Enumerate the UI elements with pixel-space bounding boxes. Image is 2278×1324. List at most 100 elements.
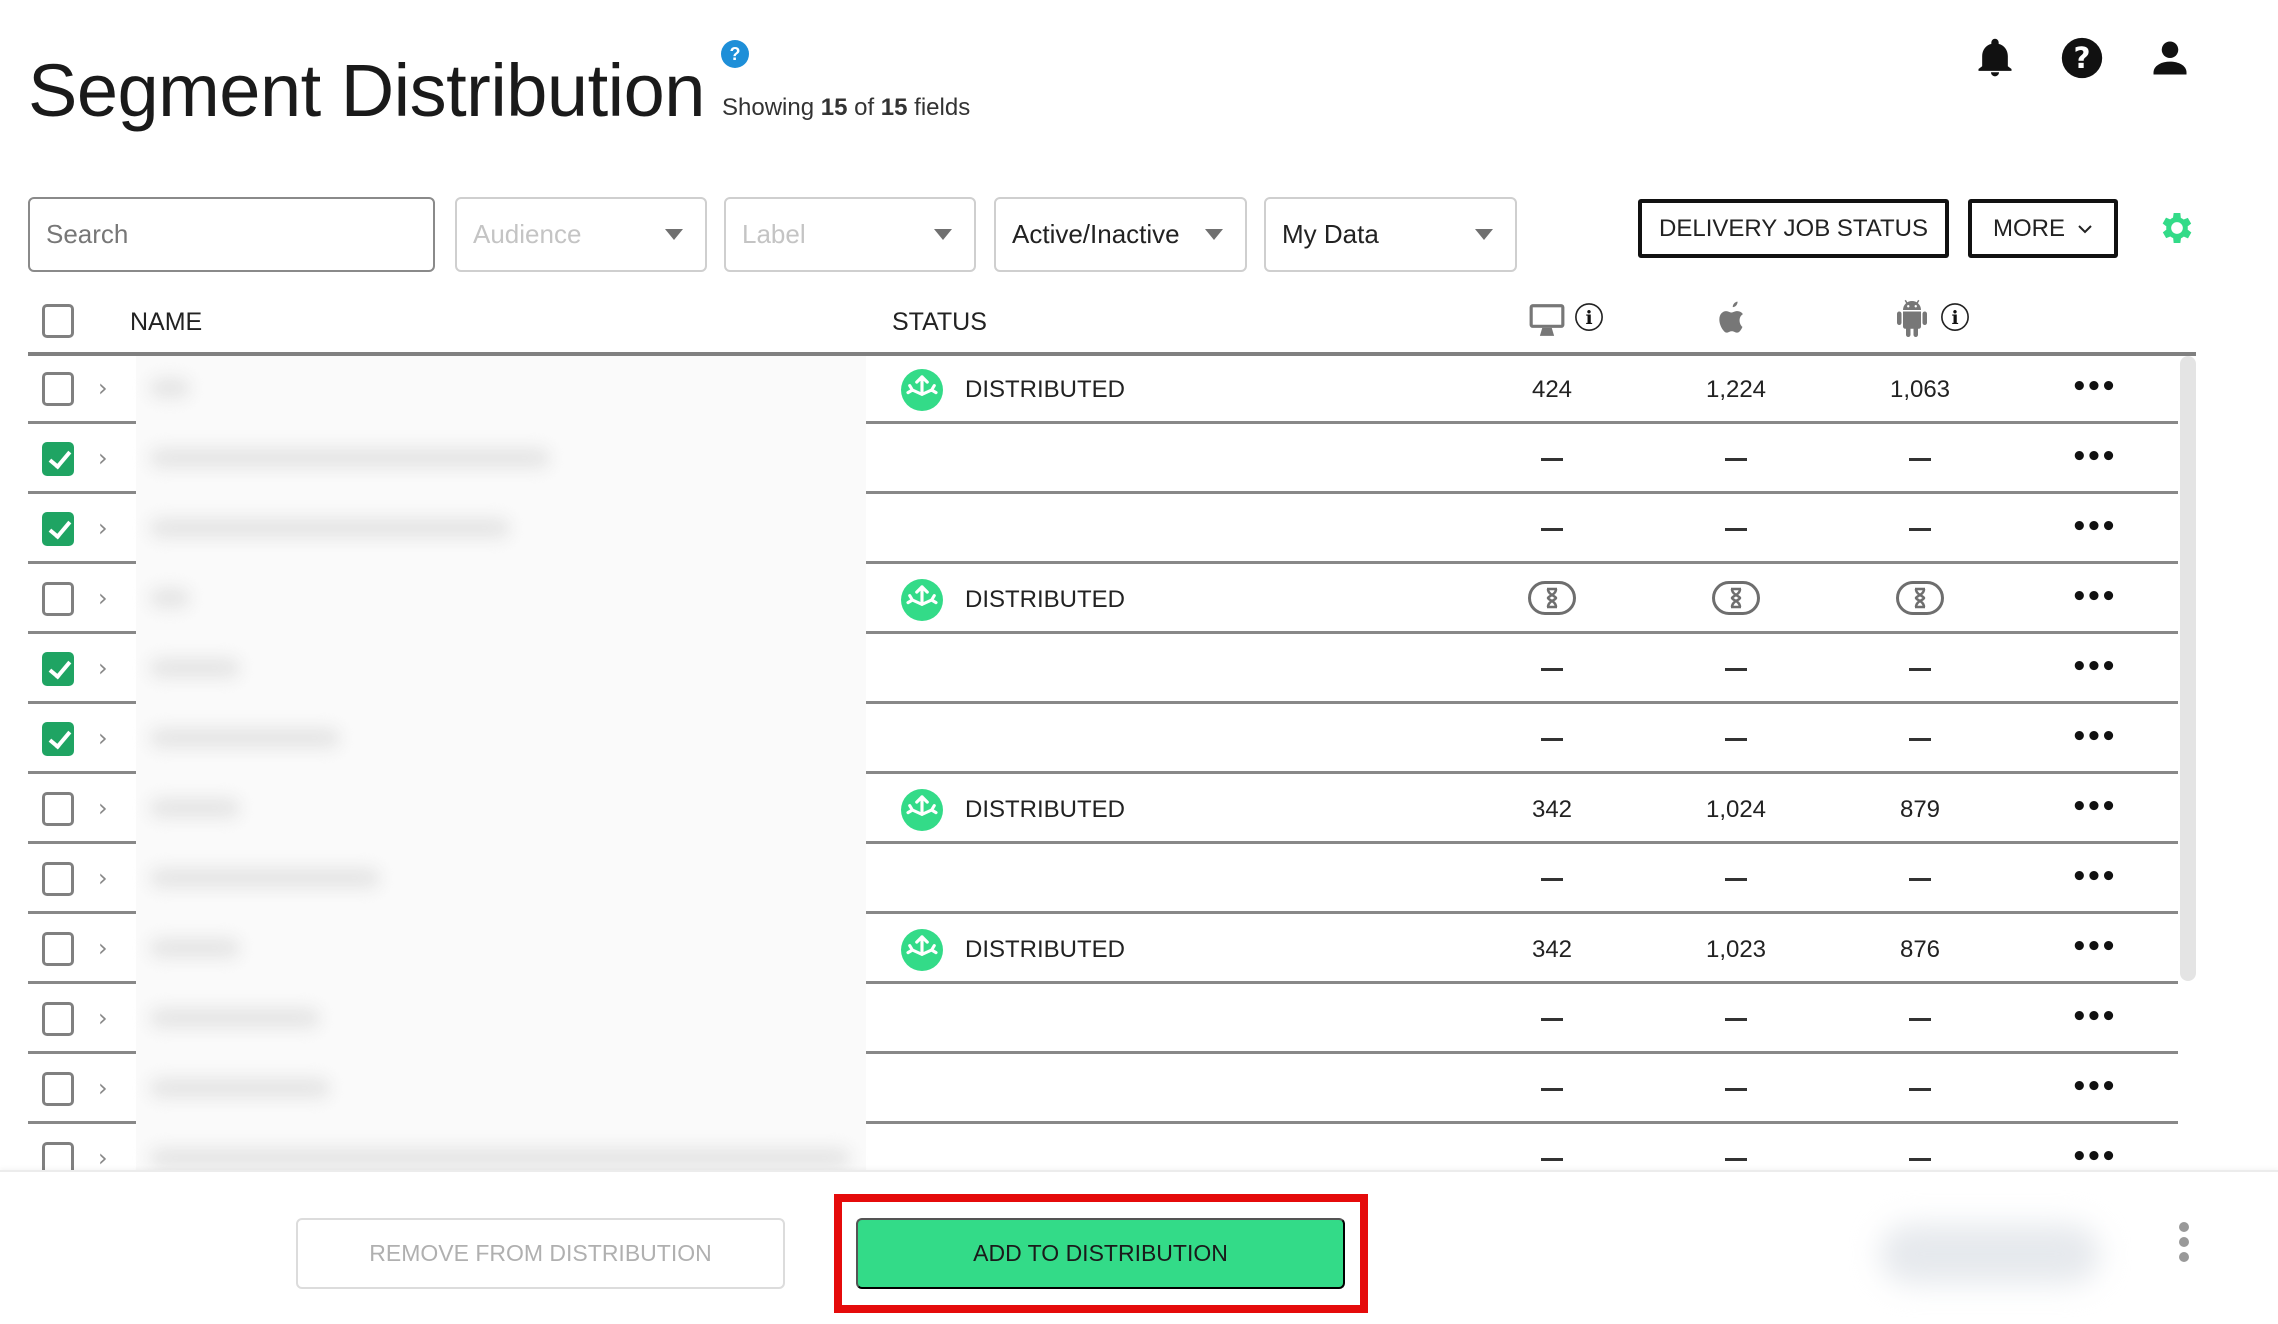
- expand-chevron-icon[interactable]: ›: [98, 1144, 108, 1170]
- row-checkbox[interactable]: [42, 1142, 74, 1170]
- row-checkbox[interactable]: [42, 582, 74, 616]
- caret-down-icon: [1205, 229, 1223, 240]
- row-more-options-icon[interactable]: •••: [2071, 862, 2117, 892]
- question-circle-icon[interactable]: ?: [721, 40, 749, 68]
- row-more-options-icon[interactable]: •••: [2071, 652, 2117, 682]
- row-more-options-icon[interactable]: •••: [2071, 442, 2117, 472]
- row-checkbox[interactable]: [42, 372, 74, 406]
- row-checkbox[interactable]: [42, 652, 74, 686]
- row-more-options-icon[interactable]: •••: [2071, 792, 2117, 822]
- row-checkbox[interactable]: [42, 1002, 74, 1036]
- segment-name-redacted[interactable]: [136, 704, 866, 774]
- help-circle-icon[interactable]: ?: [2060, 36, 2104, 80]
- table-row[interactable]: › DISTRIBUTED •••: [28, 564, 2178, 634]
- segment-name-redacted[interactable]: [136, 356, 866, 424]
- row-more-options-icon[interactable]: •••: [2071, 582, 2117, 612]
- segment-name-redacted[interactable]: [136, 564, 866, 634]
- my-data-dropdown[interactable]: My Data: [1264, 197, 1517, 272]
- table-row[interactable]: › •••: [28, 424, 2178, 494]
- segment-name-redacted[interactable]: [136, 1124, 866, 1170]
- row-checkbox[interactable]: [42, 722, 74, 756]
- gear-icon[interactable]: [2157, 208, 2197, 248]
- segment-name-redacted[interactable]: [136, 634, 866, 704]
- expand-chevron-icon[interactable]: ›: [98, 794, 108, 822]
- row-checkbox[interactable]: [42, 792, 74, 826]
- delivery-job-status-button[interactable]: DELIVERY JOB STATUS: [1638, 199, 1949, 258]
- column-status[interactable]: STATUS: [892, 308, 987, 337]
- segment-name-redacted[interactable]: [136, 424, 866, 494]
- remove-from-distribution-button[interactable]: REMOVE FROM DISTRIBUTION: [296, 1218, 785, 1289]
- ios-empty-dash: [1725, 458, 1747, 461]
- distributed-icon: [901, 789, 943, 831]
- expand-chevron-icon[interactable]: ›: [98, 514, 108, 542]
- search-placeholder: Search: [46, 219, 129, 249]
- row-more-options-icon[interactable]: •••: [2071, 512, 2117, 542]
- expand-chevron-icon[interactable]: ›: [98, 1074, 108, 1102]
- segment-name-redacted[interactable]: [136, 984, 866, 1054]
- desktop-icon: [1529, 304, 1565, 336]
- expand-chevron-icon[interactable]: ›: [98, 1004, 108, 1032]
- table-row[interactable]: › •••: [28, 634, 2178, 704]
- redacted-text: [150, 518, 510, 538]
- segment-name-redacted[interactable]: [136, 914, 866, 984]
- more-button[interactable]: MORE: [1968, 199, 2118, 258]
- row-checkbox[interactable]: [42, 1072, 74, 1106]
- blurred-button[interactable]: [1880, 1224, 2100, 1284]
- table-body: › DISTRIBUTED 424 1,224 1,063 ••• › ••• › ••• › DIS…: [28, 356, 2196, 1170]
- table-scrollbar[interactable]: [2180, 356, 2196, 981]
- ios-empty-dash: [1725, 668, 1747, 671]
- add-to-distribution-button[interactable]: ADD TO DISTRIBUTION: [856, 1218, 1345, 1289]
- info-icon[interactable]: i: [1574, 302, 1604, 332]
- label-dropdown[interactable]: Label: [724, 197, 976, 272]
- svg-text:?: ?: [2073, 41, 2090, 75]
- bell-icon[interactable]: [1973, 36, 2017, 80]
- table-row[interactable]: › DISTRIBUTED 424 1,224 1,063 •••: [28, 356, 2178, 424]
- redacted-text: [150, 588, 190, 608]
- expand-chevron-icon[interactable]: ›: [98, 444, 108, 472]
- row-more-options-icon[interactable]: •••: [2071, 1002, 2117, 1032]
- expand-chevron-icon[interactable]: ›: [98, 654, 108, 682]
- audience-dropdown[interactable]: Audience: [455, 197, 707, 272]
- android-count: 876: [1899, 936, 1941, 963]
- table-row[interactable]: › •••: [28, 844, 2178, 914]
- table-row[interactable]: › DISTRIBUTED 342 1,024 879 •••: [28, 774, 2178, 844]
- search-input[interactable]: Search: [28, 197, 435, 272]
- segment-name-redacted[interactable]: [136, 1054, 866, 1124]
- segment-name-redacted[interactable]: [136, 844, 866, 914]
- row-checkbox[interactable]: [42, 932, 74, 966]
- column-name[interactable]: NAME: [130, 308, 202, 337]
- expand-chevron-icon[interactable]: ›: [98, 374, 108, 402]
- row-more-options-icon[interactable]: •••: [2071, 722, 2117, 752]
- segment-name-redacted[interactable]: [136, 774, 866, 844]
- expand-chevron-icon[interactable]: ›: [98, 584, 108, 612]
- row-more-options-icon[interactable]: •••: [2071, 932, 2117, 962]
- svg-text:i: i: [1585, 307, 1592, 329]
- active-inactive-dropdown[interactable]: Active/Inactive: [994, 197, 1247, 272]
- table-row[interactable]: › DISTRIBUTED 342 1,023 876 •••: [28, 914, 2178, 984]
- segment-name-redacted[interactable]: [136, 494, 866, 564]
- table-row[interactable]: › •••: [28, 704, 2178, 774]
- row-more-options-icon[interactable]: •••: [2071, 372, 2117, 402]
- select-all-checkbox[interactable]: [42, 304, 74, 338]
- kebab-menu-icon[interactable]: [2178, 1222, 2190, 1262]
- expand-chevron-icon[interactable]: ›: [98, 864, 108, 892]
- ios-count: 1,024: [1705, 796, 1767, 823]
- row-checkbox[interactable]: [42, 862, 74, 896]
- user-icon[interactable]: [2148, 36, 2192, 80]
- table-row[interactable]: › •••: [28, 1124, 2178, 1170]
- row-more-options-icon[interactable]: •••: [2071, 1142, 2117, 1170]
- row-more-options-icon[interactable]: •••: [2071, 1072, 2117, 1102]
- active-inactive-value: Active/Inactive: [1012, 219, 1180, 249]
- expand-chevron-icon[interactable]: ›: [98, 724, 108, 752]
- fields-count: Showing 15 of 15 fields: [722, 94, 970, 122]
- ios-empty-dash: [1725, 738, 1747, 741]
- expand-chevron-icon[interactable]: ›: [98, 934, 108, 962]
- row-checkbox[interactable]: [42, 512, 74, 546]
- table-row[interactable]: › •••: [28, 1054, 2178, 1124]
- table-row[interactable]: › •••: [28, 984, 2178, 1054]
- hourglass-pending-icon: [1528, 581, 1576, 615]
- info-icon[interactable]: i: [1940, 302, 1970, 332]
- row-checkbox[interactable]: [42, 442, 74, 476]
- redacted-text: [150, 1008, 320, 1028]
- table-row[interactable]: › •••: [28, 494, 2178, 564]
